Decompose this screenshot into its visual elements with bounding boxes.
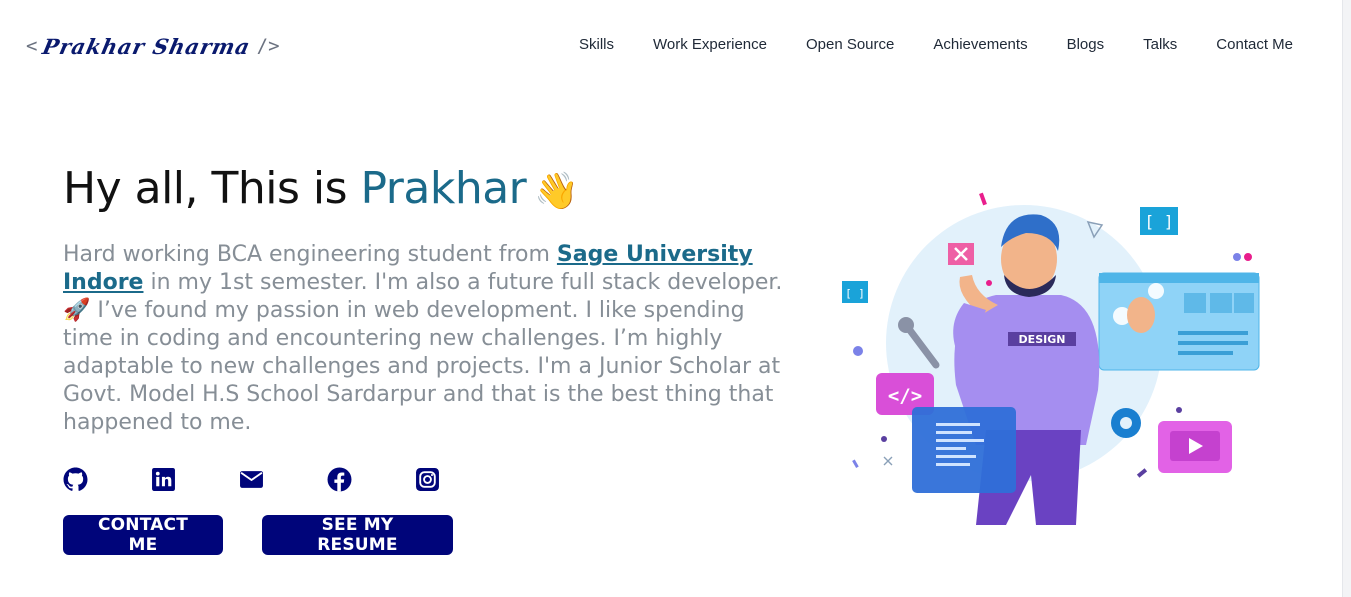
hero-bio: Hard working BCA engineering student fro… — [63, 241, 783, 437]
rocket-emoji-icon: 🚀 — [63, 298, 91, 323]
nav-talks[interactable]: Talks — [1143, 36, 1177, 53]
code-tag-icon: </> — [888, 385, 922, 407]
mail-icon[interactable] — [239, 467, 264, 492]
nav-skills[interactable]: Skills — [579, 36, 614, 53]
wave-emoji-icon: 👋 — [534, 171, 579, 212]
facebook-icon[interactable] — [327, 467, 352, 492]
logo-signature: Prakhar Sharma — [40, 33, 254, 59]
nav-contact-me[interactable]: Contact Me — [1216, 36, 1293, 53]
see-my-resume-button[interactable]: SEE MY RESUME — [262, 515, 453, 555]
hero-title: Hy all, This is Prakhar 👋 — [63, 163, 579, 214]
instagram-icon[interactable] — [415, 467, 440, 492]
site-header: < Prakhar Sharma /> Skills Work Experien… — [0, 0, 1343, 92]
developer-illustration: [ ] [ ] DESIGN </> — [836, 185, 1266, 525]
logo-close-bracket: /> — [256, 35, 280, 57]
social-links — [63, 467, 503, 492]
nav-blogs[interactable]: Blogs — [1067, 36, 1105, 53]
bracket-icon-top: [ ] — [1145, 212, 1174, 231]
nav-work-experience[interactable]: Work Experience — [653, 36, 767, 53]
linkedin-icon[interactable] — [151, 467, 176, 492]
bio-part-1: Hard working BCA engineering student fro… — [63, 242, 557, 267]
logo[interactable]: < Prakhar Sharma /> — [26, 29, 280, 63]
scrollbar-track[interactable] — [1342, 0, 1351, 597]
nav-achievements[interactable]: Achievements — [933, 36, 1027, 53]
logo-open-bracket: < — [26, 35, 38, 57]
github-icon[interactable] — [63, 467, 88, 492]
bracket-icon-left: [ ] — [845, 287, 865, 300]
nav-open-source[interactable]: Open Source — [806, 36, 894, 53]
hero-name: Prakhar — [360, 163, 527, 214]
hero-greeting: Hy all, This is — [63, 163, 361, 214]
contact-me-button[interactable]: CONTACT ME — [63, 515, 223, 555]
bio-part-2: in my 1st semester. I'm also a future fu… — [143, 270, 783, 295]
bio-part-3: I’ve found my passion in web development… — [63, 298, 781, 435]
main-nav: Skills Work Experience Open Source Achie… — [540, 36, 1293, 53]
design-shirt-label: DESIGN — [1019, 333, 1066, 346]
